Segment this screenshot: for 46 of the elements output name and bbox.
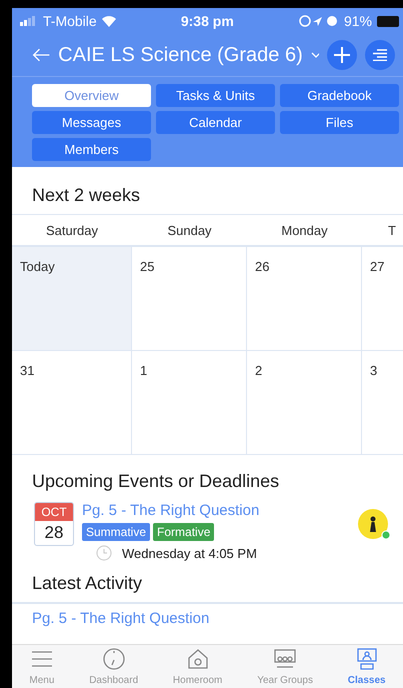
- tab[interactable]: Messages: [32, 111, 151, 134]
- calendar-day[interactable]: Today: [12, 247, 132, 351]
- menu-icon: [373, 49, 387, 61]
- nav-tab[interactable]: Homeroom: [172, 647, 222, 688]
- gauge-icon: [102, 647, 126, 671]
- calendar-day[interactable]: 25: [132, 247, 247, 351]
- add-button[interactable]: [327, 40, 357, 70]
- carrier-name: T-Mobile: [43, 13, 97, 29]
- calendar-day[interactable]: 26: [247, 247, 362, 351]
- section-heading: Next 2 weeks: [31, 184, 142, 207]
- tab[interactable]: Members: [32, 138, 151, 161]
- wifi-icon: [102, 16, 116, 26]
- tag: Formative: [153, 523, 214, 541]
- house-icon: [186, 647, 210, 671]
- signal-icon: [20, 16, 38, 26]
- event-link[interactable]: Pg. 5 - The Right Question: [82, 502, 349, 519]
- tab[interactable]: Calendar: [156, 111, 275, 134]
- clock-time: 9:38 pm: [180, 13, 234, 29]
- clock-icon: [96, 545, 112, 561]
- tab[interactable]: Overview: [32, 84, 151, 107]
- calendar-day[interactable]: 31: [12, 351, 132, 455]
- battery-percent: 91%: [344, 13, 372, 29]
- back-arrow-icon[interactable]: [32, 47, 50, 63]
- calendar-day[interactable]: 1: [132, 351, 247, 455]
- battery-icon: [376, 16, 399, 26]
- tag: Summative: [82, 523, 150, 541]
- calendar-day[interactable]: 2: [247, 351, 362, 455]
- menu-button[interactable]: [365, 40, 395, 70]
- date-badge: OCT 28: [34, 502, 74, 546]
- section-heading: Latest Activity: [31, 572, 144, 595]
- event-time: Wednesday at 4:05 PM: [122, 546, 257, 560]
- status-icons: [298, 15, 339, 27]
- nav-tab[interactable]: Dashboard: [89, 647, 138, 688]
- tab[interactable]: Tasks & Units: [156, 84, 275, 107]
- nav-tab[interactable]: Menu: [29, 647, 54, 688]
- tab[interactable]: Files: [280, 111, 399, 134]
- section-heading: Upcoming Events or Deadlines: [31, 470, 280, 493]
- avatar-icon: [357, 508, 391, 542]
- nav-tab[interactable]: Year Groups: [257, 647, 313, 688]
- plus-icon: [334, 47, 350, 63]
- activity-link[interactable]: Pg. 5 - The Right Question: [32, 610, 210, 627]
- class-title[interactable]: CAIE LS Science (Grade 6): [58, 44, 303, 66]
- nav-tab[interactable]: Classes: [348, 647, 386, 688]
- chevron-down-icon[interactable]: [310, 51, 319, 59]
- teacher-icon: [354, 647, 379, 671]
- tab[interactable]: Gradebook: [280, 84, 399, 107]
